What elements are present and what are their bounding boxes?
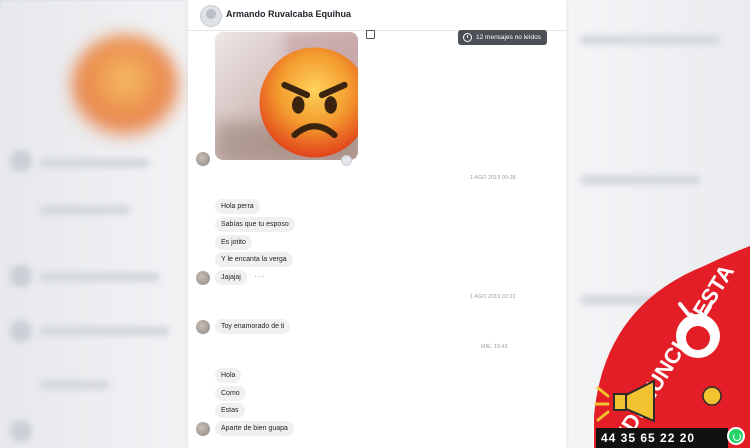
chat-window: Armando Ruvalcaba Equihua 12 mensajes no… [188, 0, 566, 448]
blurred-text [40, 205, 130, 215]
message-bubble: Sabías que tu esposo [215, 217, 295, 232]
expand-icon[interactable] [366, 30, 375, 39]
message-bubble: Jajajaj [215, 270, 247, 285]
blurred-text [40, 326, 170, 336]
message-bubble: Estas [215, 403, 245, 418]
blurred-text [580, 175, 700, 185]
timestamp: 1 AGO 2019 00:28 [470, 175, 516, 181]
shared-photo[interactable] [215, 32, 358, 160]
more-options-icon[interactable]: ··· [254, 272, 265, 281]
message-bubble: Y le encanta la verga [215, 252, 293, 267]
message-bubble: Aparte de bien guapa [215, 421, 294, 436]
unread-messages-badge[interactable]: 12 mensajes no leídos [458, 30, 548, 45]
clock-icon [463, 33, 472, 42]
contact-avatar[interactable] [200, 5, 222, 27]
blurred-avatar [10, 320, 32, 342]
message-bubble: Hola [215, 368, 242, 383]
blurred-avatar [10, 420, 32, 442]
denuncia-watermark: #DENUNCIAMESTA [594, 246, 750, 448]
sender-avatar[interactable] [196, 271, 210, 285]
blurred-text [40, 380, 110, 390]
blurred-text [40, 272, 160, 282]
sender-avatar[interactable] [196, 152, 210, 166]
blurred-text [40, 158, 150, 168]
contact-name[interactable]: Armando Ruvalcaba Equihua [226, 9, 351, 19]
message-bubble: Hola perra [215, 199, 260, 214]
chat-header: Armando Ruvalcaba Equihua [188, 0, 566, 31]
message-bubble: Como [215, 386, 246, 401]
message-bubble: Es jotito [215, 235, 252, 250]
whatsapp-icon [727, 427, 745, 445]
timestamp: 1 AGO 2019 02:22 [470, 294, 516, 300]
blurred-emoji-background [70, 35, 180, 145]
blurred-avatar [10, 265, 32, 287]
timestamp: MIÉ, 19:43 [481, 344, 508, 350]
phone-number: 44 35 65 22 20 [596, 428, 728, 448]
message-bubble: Toy enamorado de ti [215, 319, 291, 334]
sender-avatar[interactable] [196, 422, 210, 436]
angry-face-emoji [259, 47, 358, 158]
blurred-avatar [10, 150, 32, 172]
sender-avatar[interactable] [196, 320, 210, 334]
unread-label: 12 mensajes no leídos [476, 34, 542, 41]
blurred-text [580, 35, 720, 45]
